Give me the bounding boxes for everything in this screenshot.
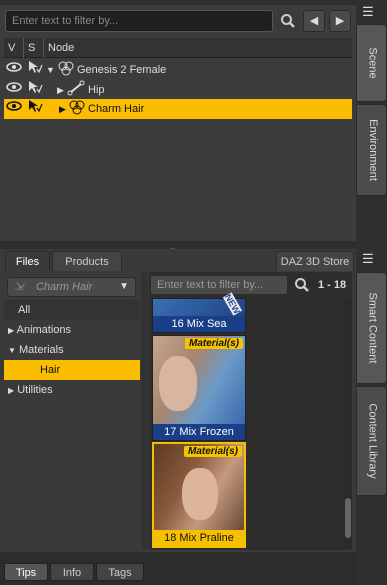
arrow-right-button[interactable]: ▶: [329, 10, 351, 32]
page-range: 1 - 18: [318, 279, 347, 291]
scene-header: V S Node: [4, 38, 352, 58]
scene-pane: Enter text to filter by... ◀ ▶ V S Node …: [0, 5, 356, 241]
library-filter-input[interactable]: Enter text to filter by...: [150, 275, 288, 295]
thumbnail-17-mix-frozen[interactable]: Material(s) 17 Mix Frozen: [152, 335, 246, 441]
vertical-scrollbar[interactable]: [344, 298, 352, 548]
scrollbar-thumb[interactable]: [345, 498, 351, 538]
eye-icon[interactable]: [6, 99, 22, 119]
arrow-left-button[interactable]: ◀: [303, 10, 325, 32]
tab-scene[interactable]: Scene: [356, 24, 387, 102]
category-select[interactable]: Charm Hair ⇲ ▼: [7, 277, 136, 297]
search-icon[interactable]: [294, 277, 310, 296]
material-badge: Material(s): [184, 338, 243, 349]
collapse-arrow-icon: ▶: [8, 326, 15, 335]
eye-icon[interactable]: [6, 60, 22, 80]
tree-item-materials[interactable]: ▼ Materials: [4, 340, 140, 360]
combo-value: Charm Hair: [36, 281, 93, 293]
expand-arrow-icon: ▼: [8, 346, 16, 355]
cursor-icon: ⇲: [14, 281, 24, 293]
tree-label: Animations: [16, 324, 72, 336]
pane-menu-icon[interactable]: ☰: [362, 251, 374, 267]
tab-tips[interactable]: Tips: [4, 563, 48, 581]
category-tree: All ▶ Animations ▼ Materials Hair ▶ Util…: [4, 300, 140, 550]
tab-label: Smart Content: [366, 292, 379, 364]
scene-filter-input[interactable]: Enter text to filter by...: [5, 10, 273, 32]
face-image: [182, 468, 218, 520]
tree-item-hair[interactable]: Hair: [4, 360, 140, 380]
tab-info[interactable]: Info: [50, 563, 94, 581]
tab-label: Environment: [366, 119, 379, 181]
tab-label: Content Library: [366, 403, 379, 479]
column-s[interactable]: S: [24, 38, 44, 58]
tree-item-all[interactable]: All: [4, 300, 140, 320]
column-v[interactable]: V: [4, 38, 24, 58]
column-node[interactable]: Node: [44, 38, 352, 58]
collapse-arrow-icon[interactable]: ▶: [57, 80, 64, 100]
collapse-arrow-icon: ▶: [8, 386, 15, 395]
tree-label: Materials: [18, 344, 64, 356]
figure-icon: [67, 99, 87, 122]
middle-splitter[interactable]: ‥: [0, 241, 356, 251]
tab-files[interactable]: Files: [5, 251, 50, 271]
node-label: Genesis 2 Female: [77, 64, 167, 76]
tab-tags[interactable]: Tags: [96, 563, 144, 581]
thumbnail-16-mix-sea[interactable]: NEW 16 Mix Sea: [152, 292, 246, 333]
select-cursor-icon[interactable]: [27, 80, 43, 101]
tab-label: Scene: [366, 47, 379, 79]
thumbnail-18-mix-praline[interactable]: Material(s) 18 Mix Praline: [152, 442, 246, 548]
material-badge: Material(s): [183, 446, 242, 457]
scene-row-charm-hair[interactable]: ▶ Charm Hair: [4, 99, 352, 119]
tab-daz-store[interactable]: DAZ 3D Store: [276, 251, 354, 271]
tree-label: Utilities: [17, 384, 53, 396]
face-image: [159, 356, 197, 411]
select-cursor-icon[interactable]: [27, 60, 43, 81]
tab-content-library[interactable]: Content Library: [356, 386, 387, 496]
scene-row-hip[interactable]: ▶ Hip: [4, 80, 352, 100]
splitter-handle[interactable]: [141, 272, 148, 550]
eye-icon[interactable]: [6, 80, 22, 100]
thumbnail-label: 17 Mix Frozen: [153, 424, 245, 440]
node-label: Hip: [88, 84, 105, 96]
expand-arrow-icon[interactable]: ▼: [46, 60, 55, 80]
thumbnail-label: 16 Mix Sea: [153, 316, 245, 332]
tab-products[interactable]: Products: [52, 251, 122, 271]
pane-menu-icon[interactable]: ☰: [362, 4, 374, 20]
tree-item-utilities[interactable]: ▶ Utilities: [4, 380, 140, 400]
search-icon[interactable]: [277, 10, 299, 32]
tab-environment[interactable]: Environment: [356, 104, 387, 196]
select-cursor-icon[interactable]: [27, 99, 43, 120]
node-label: Charm Hair: [88, 103, 145, 115]
tab-smart-content[interactable]: Smart Content: [356, 272, 387, 384]
side-tab-column: ☰ Scene Environment ☰ Smart Content Cont…: [356, 0, 387, 585]
thumbnail-label: 18 Mix Praline: [154, 530, 244, 546]
collapse-arrow-icon[interactable]: ▶: [59, 99, 66, 119]
chevron-down-icon: ▼: [119, 281, 129, 292]
tree-item-animations[interactable]: ▶ Animations: [4, 320, 140, 340]
scene-row-genesis[interactable]: ▼ Genesis 2 Female: [4, 60, 352, 80]
